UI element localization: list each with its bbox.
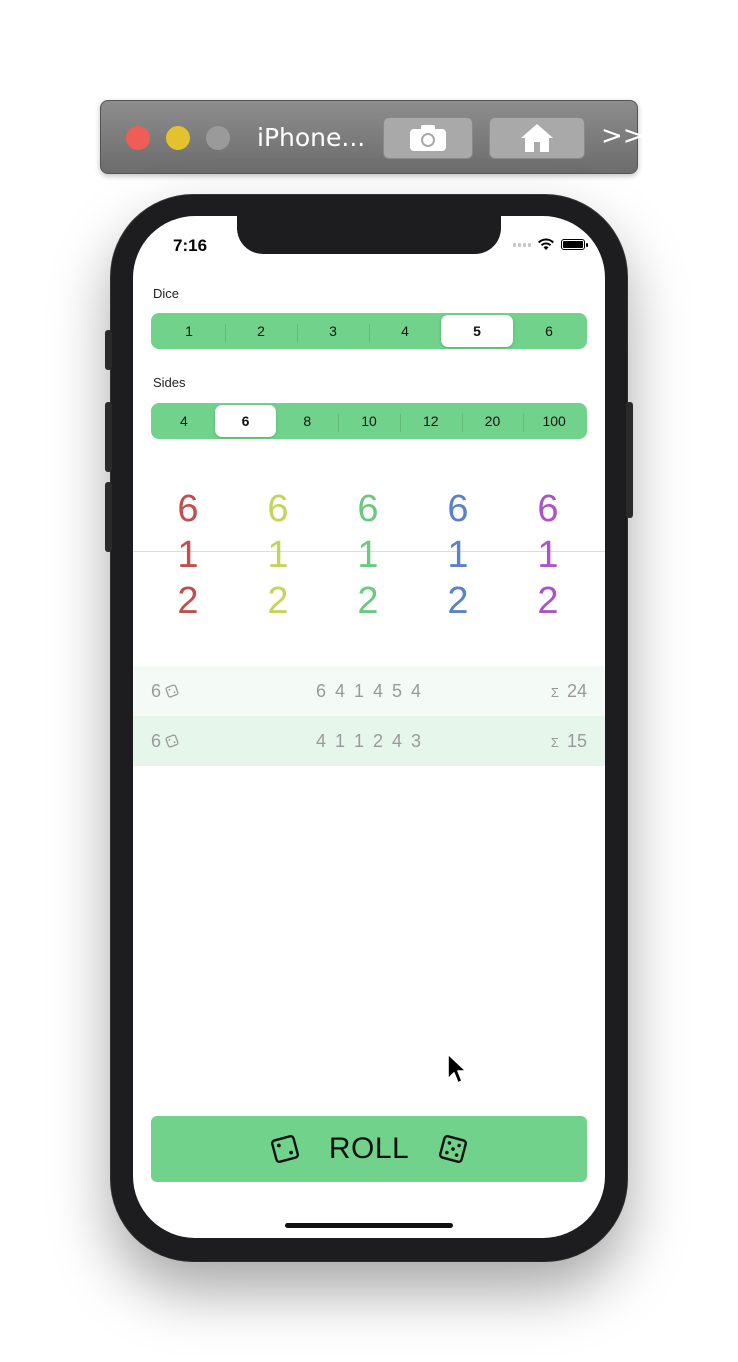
zoom-window-button[interactable] [206,126,230,150]
sides-option-6[interactable]: 6 [214,405,277,437]
history-sum: Σ 15 [551,731,587,752]
dice-option-4[interactable]: 4 [369,315,441,347]
history-row[interactable]: 66 4 1 4 5 4 Σ 24 [133,666,605,716]
dice-option-1[interactable]: 1 [153,315,225,347]
more-button[interactable]: >> [601,121,645,151]
history-roll-values: 6 4 1 4 5 4 [315,680,423,701]
picker-column-3[interactable]: 612 [338,486,398,624]
home-button[interactable] [489,117,585,159]
picker-column-4[interactable]: 612 [428,486,488,624]
dice-five-icon [439,1135,468,1163]
status-icons [513,238,588,251]
dice-option-6[interactable]: 6 [513,315,585,347]
screenshot-button[interactable] [383,117,473,159]
picker-value-below: 2 [537,580,559,622]
picker-value-below: 2 [267,580,289,622]
roll-button[interactable]: ROLL [151,1116,587,1182]
power-button [626,402,633,518]
picker-value-current: 1 [267,534,289,576]
history-row[interactable]: 64 1 1 2 4 3 Σ 15 [133,716,605,766]
history-sum: Σ 24 [551,681,587,702]
picker-column-1[interactable]: 612 [158,486,218,624]
sides-option-20[interactable]: 20 [461,405,524,437]
picker-value-above: 6 [177,488,199,530]
silent-switch [105,330,112,370]
dice-count-segmented-control: 123456 [151,313,587,349]
picker-value-below: 2 [357,580,379,622]
sides-label: Sides [153,375,186,390]
picker-value-above: 6 [357,488,379,530]
sides-segmented-control: 4 6 8 10 12 20 100 [151,403,587,439]
picker-value-above: 6 [267,488,289,530]
dice-option-2[interactable]: 2 [225,315,297,347]
minimize-window-button[interactable] [166,126,190,150]
sum-value: 24 [566,680,587,701]
battery-icon [561,239,588,250]
picker-value-below: 2 [447,580,469,622]
sum-symbol: Σ [550,734,559,750]
simulator-toolbar: iPhone... >> [100,100,645,174]
picker-column-5[interactable]: 612 [518,486,578,624]
sum-value: 15 [566,730,587,751]
wifi-icon [538,238,554,250]
sides-option-4[interactable]: 4 [153,405,215,437]
dice-option-3[interactable]: 3 [297,315,369,347]
notch [237,216,501,254]
picker-value-above: 6 [537,488,559,530]
home-indicator[interactable] [285,1223,453,1228]
sides-option-8[interactable]: 8 [276,405,338,437]
simulator-title: iPhone... [257,123,366,152]
picker-value-current: 1 [357,534,379,576]
picker-value-below: 2 [177,580,199,622]
sides-option-100[interactable]: 100 [523,405,585,437]
camera-icon [410,125,446,151]
dice-three-icon [270,1135,299,1163]
close-window-button[interactable] [126,126,150,150]
sides-option-12[interactable]: 12 [399,405,462,437]
signal-icon [513,242,531,247]
volume-down-button [105,482,112,552]
roll-button-label: ROLL [328,1132,410,1165]
app-screen: 7:16 Dice 123456 Sides 4 6 8 10 12 20 100 6126… [133,216,605,1238]
home-icon [521,124,553,152]
mouse-cursor-icon [447,1053,467,1084]
history-roll-values: 4 1 1 2 4 3 [315,730,423,751]
volume-up-button [105,402,112,472]
dice-label: Dice [153,286,180,301]
status-time: 7:16 [173,236,208,255]
picker-value-current: 1 [537,534,559,576]
picker-column-2[interactable]: 612 [248,486,308,624]
picker-value-current: 1 [177,534,199,576]
dice-option-5[interactable]: 5 [441,315,513,347]
sides-option-10[interactable]: 10 [338,405,400,437]
picker-value-current: 1 [447,534,469,576]
picker-value-above: 6 [447,488,469,530]
sum-symbol: Σ [550,684,559,700]
